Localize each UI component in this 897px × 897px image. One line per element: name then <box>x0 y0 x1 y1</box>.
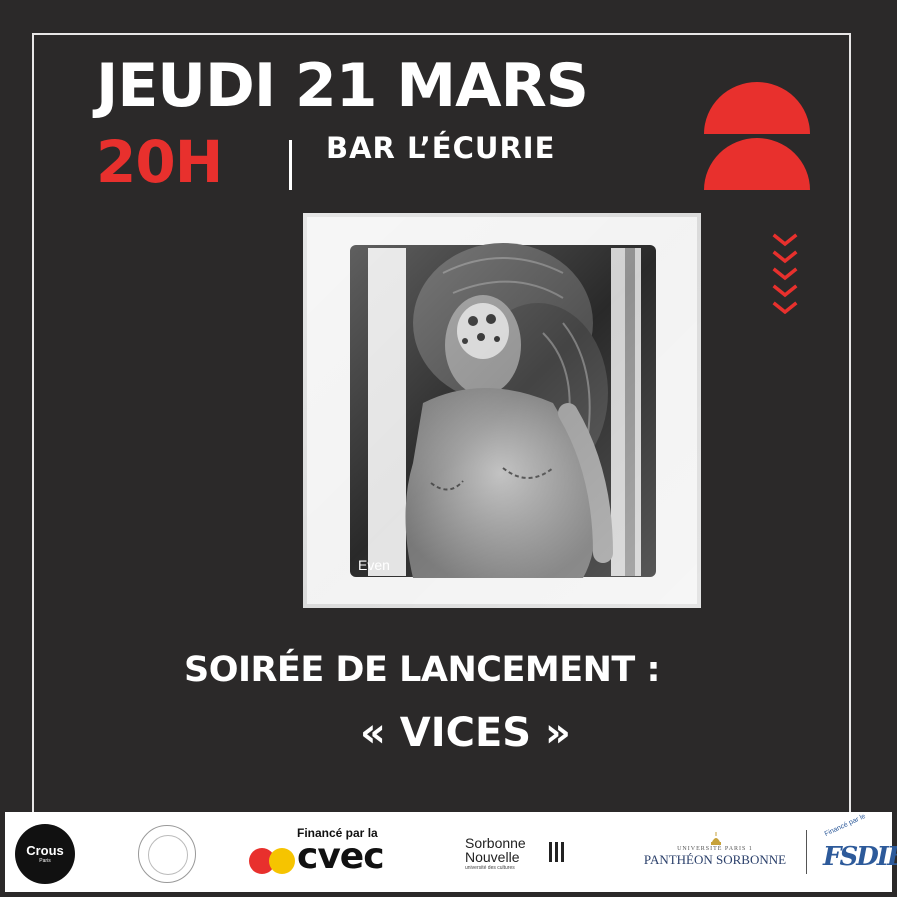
cvec-logo: Financé par la cvec <box>245 826 415 884</box>
chevron-down-icon <box>772 233 798 314</box>
crous-sub: Paris <box>39 858 51 864</box>
fsdie-logo: Financé par le FSDIE <box>817 813 897 886</box>
half-circles-icon <box>704 82 810 190</box>
dome-icon <box>711 832 721 845</box>
cvec-name: cvec <box>297 836 385 877</box>
photo-image <box>303 213 701 608</box>
pantheon-name: PANTHÉON SORBONNE <box>643 852 787 867</box>
sorbonne-nouvelle-logo: Sorbonne Nouvelle université des culture… <box>465 835 567 871</box>
sn-line2: Nouvelle <box>465 849 520 865</box>
event-subtitle: « VICES » <box>360 710 571 756</box>
fsdie-funded-by: Financé par le <box>823 812 867 839</box>
cvec-yellow-dot-icon <box>269 848 295 874</box>
sn-line1: Sorbonne <box>465 835 526 851</box>
photo-polaroid <box>303 213 701 608</box>
event-date: JEUDI 21 MARS <box>96 51 589 121</box>
fsdie-name: FSDIE <box>823 842 897 872</box>
photo-caption: Even <box>358 557 390 573</box>
event-venue: BAR L’ÉCURIE <box>326 131 556 165</box>
event-time: 20H <box>96 128 223 196</box>
pantheon-sorbonne-logo: UNIVERSITÉ PARIS 1 PANTHÉON SORBONNE <box>635 830 795 868</box>
sn-tagline: université des cultures <box>465 865 515 871</box>
sn-bars-icon <box>549 842 567 862</box>
crous-name: Crous <box>26 843 64 858</box>
partner-logos-bar: Crous Paris Financé par la cvec Sorbonne… <box>5 812 897 892</box>
crous-logo: Crous Paris <box>15 824 75 884</box>
logo-divider <box>806 830 807 874</box>
event-poster: JEUDI 21 MARS 20H BAR L’ÉCURIE Even SOIR… <box>0 0 897 897</box>
divider <box>289 140 292 190</box>
sorbonne-seal-logo <box>138 825 196 883</box>
event-title: SOIRÉE DE LANCEMENT : <box>184 650 660 690</box>
